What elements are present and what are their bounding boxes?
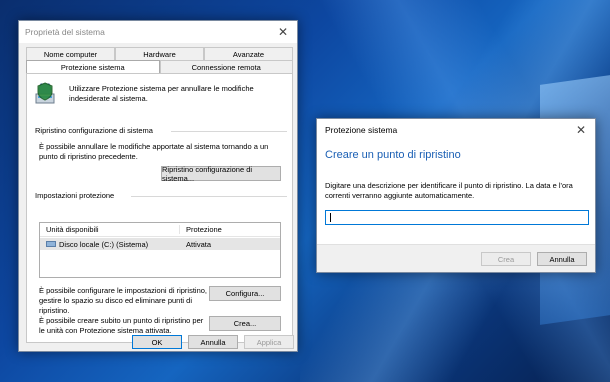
create-text: È possibile creare subito un punto di ri… (39, 316, 204, 335)
drive-name: Disco locale (C:) (Sistema) (59, 239, 149, 249)
tab-nome-computer[interactable]: Nome computer (26, 47, 115, 60)
tab-strip: Nome computer Hardware Avanzate Protezio… (26, 47, 293, 73)
drive-icon (46, 241, 56, 247)
protection-dialog-footer: Crea Annulla (317, 244, 595, 272)
apply-button[interactable]: Applica (244, 335, 294, 349)
close-icon[interactable]: ✕ (269, 21, 297, 43)
create-restore-point-dialog: Protezione sistema ✕ Creare un punto di … (316, 118, 596, 273)
close-icon[interactable]: ✕ (567, 119, 595, 141)
column-unita[interactable]: Unità disponibili (40, 225, 180, 234)
ok-button[interactable]: OK (132, 335, 182, 349)
crea-button[interactable]: Crea (481, 252, 531, 266)
system-protection-icon (35, 82, 55, 104)
drives-list[interactable]: Unità disponibili Protezione Disco local… (39, 222, 281, 278)
protection-dialog-title: Protezione sistema (325, 125, 398, 135)
tab-avanzate[interactable]: Avanzate (204, 47, 293, 60)
tab-row-1: Nome computer Hardware Avanzate (26, 47, 293, 60)
protection-dialog-heading: Creare un punto di ripristino (325, 149, 461, 161)
protection-dialog-titlebar[interactable]: Protezione sistema ✕ (317, 119, 595, 141)
configure-button[interactable]: Configura... (209, 286, 281, 301)
protection-dialog-description: Digitare una descrizione per identificar… (325, 181, 573, 200)
restore-text: È possibile annullare le modifiche appor… (39, 142, 269, 161)
system-restore-button[interactable]: Ripristino configurazione di sistema... (161, 165, 281, 183)
cancel-button[interactable]: Annulla (188, 335, 238, 349)
list-item[interactable]: Disco locale (C:) (Sistema) Attivata (40, 238, 280, 250)
restore-group-label: Ripristino configurazione di sistema (35, 126, 153, 135)
text-caret (330, 213, 331, 222)
system-properties-titlebar[interactable]: Proprietà del sistema ✕ (19, 21, 297, 43)
system-properties-dialog: Proprietà del sistema ✕ Nome computer Ha… (18, 20, 298, 352)
configure-text: È possibile configurare le impostazioni … (39, 286, 207, 315)
list-header: Unità disponibili Protezione (40, 223, 280, 237)
tab-hardware[interactable]: Hardware (115, 47, 204, 60)
tab-connessione-remota[interactable]: Connessione remota (159, 60, 293, 73)
column-protezione[interactable]: Protezione (180, 225, 222, 234)
annulla-button[interactable]: Annulla (537, 252, 587, 266)
tab-protezione-sistema[interactable]: Protezione sistema (26, 60, 160, 73)
system-properties-title: Proprietà del sistema (25, 27, 105, 37)
tab-row-2: Protezione sistema Connessione remota (26, 60, 293, 73)
drive-status: Attivata (186, 239, 212, 249)
restore-group-divider (171, 131, 287, 132)
protection-group-divider (131, 196, 287, 197)
drive-cell: Disco locale (C:) (Sistema) (40, 240, 180, 249)
protection-group-label: Impostazioni protezione (35, 191, 115, 200)
intro-text: Utilizzare Protezione sistema per annull… (69, 84, 254, 103)
create-button[interactable]: Crea... (209, 316, 281, 331)
protection-panel: Utilizzare Protezione sistema per annull… (26, 73, 293, 343)
restore-point-description-input[interactable] (325, 210, 589, 225)
